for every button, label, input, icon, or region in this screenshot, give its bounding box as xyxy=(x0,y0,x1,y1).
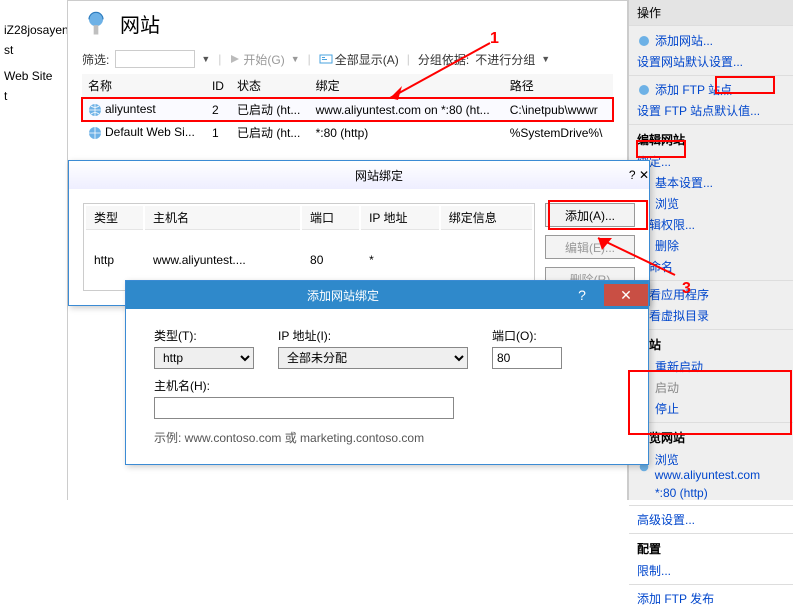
action-restart[interactable]: 重新启动 xyxy=(629,356,793,377)
dialog-title: 添加网站绑定 xyxy=(126,287,560,304)
action-browse-url2[interactable]: *:80 (http) xyxy=(629,484,793,502)
ip-select[interactable]: 全部未分配 xyxy=(278,347,468,369)
globe-icon xyxy=(637,34,651,48)
filter-input[interactable] xyxy=(115,50,195,68)
type-select[interactable]: http xyxy=(154,347,254,369)
add-button[interactable]: 添加(A)... xyxy=(545,203,635,227)
action-set-default[interactable]: 设置网站默认设置... xyxy=(629,51,793,72)
group-by-label: 分组依据: xyxy=(418,51,469,68)
action-browse-url[interactable]: 浏览 www.aliyuntest.com xyxy=(629,449,793,484)
edit-button: 编辑(E)... xyxy=(545,235,635,259)
table-row[interactable]: Default Web Si... 1 已启动 (ht... *:80 (htt… xyxy=(82,121,613,144)
port-input[interactable] xyxy=(492,347,562,369)
host-label: 主机名(H): xyxy=(154,377,454,394)
close-button[interactable]: ✕ xyxy=(639,168,649,182)
group-site: 网站 xyxy=(629,333,793,356)
filter-label: 筛选: xyxy=(82,51,109,68)
action-rename[interactable]: 重命名 xyxy=(629,256,793,277)
close-button[interactable]: ✕ xyxy=(604,284,648,306)
dropdown-icon[interactable]: ▼ xyxy=(201,54,210,64)
tree-item[interactable]: t xyxy=(0,86,67,106)
ip-label: IP 地址(I): xyxy=(278,327,468,344)
action-browse[interactable]: 浏览 xyxy=(629,193,793,214)
globe-icon xyxy=(637,83,651,97)
tree-root[interactable]: iZ28josayen2 xyxy=(0,20,67,40)
go-button[interactable]: 开始(G) xyxy=(229,51,284,68)
action-binding[interactable]: 绑定... xyxy=(629,151,793,172)
group-edit-site: 编辑网站 xyxy=(629,128,793,151)
actions-header: 操作 xyxy=(629,0,793,26)
col-binding[interactable]: 绑定 xyxy=(310,74,504,98)
host-hint: 示例: www.contoso.com 或 marketing.contoso.… xyxy=(154,429,620,446)
help-button[interactable]: ? xyxy=(629,168,636,182)
type-label: 类型(T): xyxy=(154,327,254,344)
action-add-ftp[interactable]: 添加 FTP 站点... xyxy=(629,79,793,100)
col-id[interactable]: ID xyxy=(206,74,231,98)
action-advanced[interactable]: 高级设置... xyxy=(629,509,793,530)
group-by-value[interactable]: 不进行分组 xyxy=(475,51,535,68)
tree-item[interactable]: Web Site xyxy=(0,66,67,86)
sites-icon xyxy=(82,10,110,38)
connections-tree[interactable]: iZ28josayen2 st Web Site t xyxy=(0,0,68,500)
col-path[interactable]: 路径 xyxy=(504,74,613,98)
page-title: 网站 xyxy=(120,9,160,38)
action-basic-settings[interactable]: 基本设置... xyxy=(629,172,793,193)
toolbar: 筛选: ▼ | 开始(G) ▼ | 全部显示(A) | 分组依据: 不进行分组 … xyxy=(82,50,613,68)
table-row[interactable]: aliyuntest 2 已启动 (ht... www.aliyuntest.c… xyxy=(82,98,613,122)
action-perm[interactable]: 编辑权限... xyxy=(629,214,793,235)
dialog-title: 网站绑定 xyxy=(129,167,629,184)
tree-item[interactable]: st xyxy=(0,40,67,60)
group-browse-site: 浏览网站 xyxy=(629,426,793,449)
action-add-ftp-pub[interactable]: 添加 FTP 发布 xyxy=(629,588,793,609)
sites-table: 名称 ID 状态 绑定 路径 aliyuntest 2 已启动 (ht... w… xyxy=(82,74,613,144)
show-all-button[interactable]: 全部显示(A) xyxy=(319,51,399,68)
host-input[interactable] xyxy=(154,397,454,419)
action-start: 启动 xyxy=(629,377,793,398)
action-delete[interactable]: 删除 xyxy=(629,235,793,256)
globe-icon xyxy=(88,103,102,117)
action-stop[interactable]: 停止 xyxy=(629,398,793,419)
col-status[interactable]: 状态 xyxy=(231,74,310,98)
action-add-site[interactable]: 添加网站... xyxy=(629,30,793,51)
action-limit[interactable]: 限制... xyxy=(629,560,793,581)
actions-panel: 操作 添加网站... 设置网站默认设置... 添加 FTP 站点... 设置 F… xyxy=(628,0,793,500)
help-button[interactable]: ? xyxy=(560,284,604,306)
action-view-app[interactable]: 查看应用程序 xyxy=(629,284,793,305)
action-set-ftp-default[interactable]: 设置 FTP 站点默认值... xyxy=(629,100,793,121)
group-config: 配置 xyxy=(629,537,793,560)
dialog-add-binding: 添加网站绑定 ? ✕ 类型(T): http IP 地址(I): 全部未分配 端… xyxy=(125,280,649,465)
col-name[interactable]: 名称 xyxy=(82,74,206,98)
globe-icon xyxy=(88,126,102,140)
action-view-vd[interactable]: 查看虚拟目录 xyxy=(629,305,793,326)
port-label: 端口(O): xyxy=(492,327,562,344)
bindings-table: 类型 主机名 端口 IP 地址 绑定信息 http www.aliyuntest… xyxy=(83,203,535,291)
